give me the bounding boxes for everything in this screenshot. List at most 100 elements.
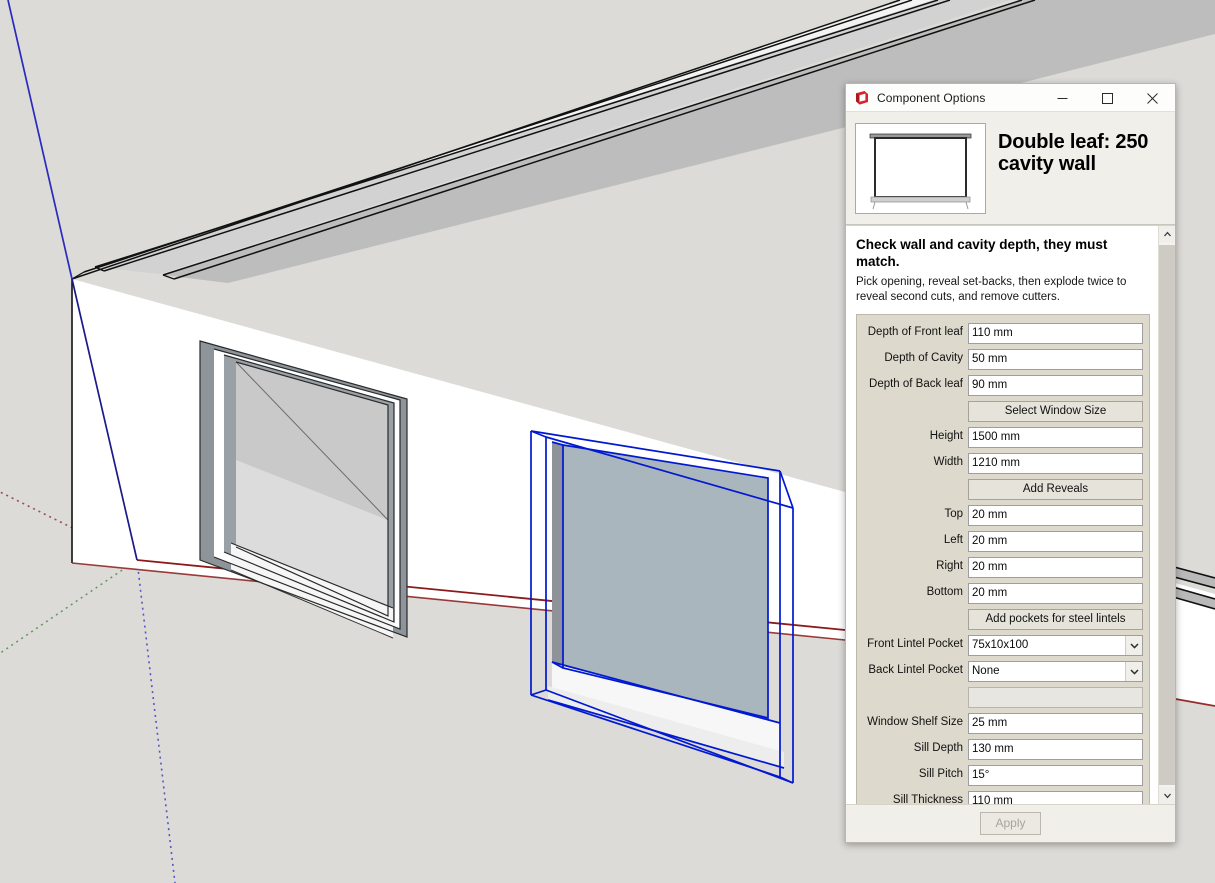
chevron-down-icon[interactable]: [1125, 635, 1142, 655]
field-row-reveal-bottom: Bottom 20 mm: [863, 582, 1143, 604]
field-row-select-window-size-button: Select Window Size: [863, 400, 1143, 422]
options-fields-panel: Depth of Front leaf 110 mm Depth of Cavity…: [856, 314, 1150, 804]
axis-z-negative: [136, 559, 176, 883]
width-input[interactable]: 1210 mm: [968, 452, 1143, 474]
vertical-scrollbar[interactable]: [1158, 226, 1175, 804]
instructions-title: Check wall and cavity depth, they must m…: [856, 237, 1108, 270]
scrollbar-track[interactable]: [1159, 243, 1175, 787]
reveal-bottom-label: Bottom: [926, 586, 963, 599]
reveal-top-control-wrap: 20 mm: [968, 504, 1143, 526]
sill-depth-control-wrap: 130 mm: [968, 738, 1143, 760]
width-label: Width: [933, 456, 963, 469]
field-row-depth-of-back-leaf: Depth of Back leaf 90 mm: [863, 374, 1143, 396]
reveal-right-input[interactable]: 20 mm: [968, 556, 1143, 578]
reveal-bottom-input[interactable]: 20 mm: [968, 582, 1143, 604]
axis-z-positive-upper: [7, 0, 73, 280]
height-control-wrap: 1500 mm: [968, 426, 1143, 448]
options-scroll-area[interactable]: Check wall and cavity depth, they must m…: [846, 225, 1175, 804]
depth-of-front-leaf-input[interactable]: 110 mm: [968, 322, 1143, 344]
maximize-button[interactable]: [1085, 84, 1130, 112]
dialog-title-text: Component Options: [877, 90, 986, 105]
window-controls[interactable]: [1040, 84, 1175, 112]
field-row-width: Width 1210 mm: [863, 452, 1143, 474]
field-row-spacer-field: [863, 686, 1143, 708]
component-name: Double leaf: 250 cavity wall: [998, 131, 1149, 176]
reveal-right-label: Right: [936, 560, 963, 573]
field-row-height: Height 1500 mm: [863, 426, 1143, 448]
sill-depth-label: Sill Depth: [913, 742, 963, 755]
window-shelf-size-label: Window Shelf Size: [867, 716, 963, 729]
back-lintel-pocket-input[interactable]: None: [968, 660, 1143, 682]
front-lintel-pocket-selected-value: 75x10x100: [972, 638, 1029, 651]
depth-of-back-leaf-label: Depth of Back leaf: [869, 378, 963, 391]
depth-of-front-leaf-label: Depth of Front leaf: [867, 326, 963, 339]
spacer-field-input: [968, 686, 1143, 708]
minimize-button[interactable]: [1040, 84, 1085, 112]
reveal-top-input[interactable]: 20 mm: [968, 504, 1143, 526]
field-row-back-lintel-pocket: Back Lintel Pocket None: [863, 660, 1143, 682]
component-options-dialog[interactable]: Component Options Double leaf: 250 cavit…: [845, 83, 1176, 843]
field-row-add-pockets-for-steel-lintels-button: Add pockets for steel lintels: [863, 608, 1143, 630]
select-window-size-button[interactable]: Select Window Size: [968, 400, 1143, 422]
depth-of-back-leaf-input[interactable]: 90 mm: [968, 374, 1143, 396]
add-reveals-button[interactable]: Add Reveals: [968, 478, 1143, 500]
front-lintel-pocket-input[interactable]: 75x10x100: [968, 634, 1143, 656]
field-row-sill-pitch: Sill Pitch 15°: [863, 764, 1143, 786]
select-window-size-button-control-wrap: Select Window Size: [968, 400, 1143, 422]
front-lintel-pocket-control-wrap: 75x10x100: [968, 634, 1143, 656]
field-row-depth-of-front-leaf: Depth of Front leaf 110 mm: [863, 322, 1143, 344]
sill-pitch-control-wrap: 15°: [968, 764, 1143, 786]
component-thumbnail[interactable]: [855, 123, 986, 214]
field-row-sill-thickness: Sill Thickness 110 mm: [863, 790, 1143, 804]
sill-depth-input[interactable]: 130 mm: [968, 738, 1143, 760]
field-row-depth-of-cavity: Depth of Cavity 50 mm: [863, 348, 1143, 370]
component-header: Double leaf: 250 cavity wall: [846, 112, 1175, 225]
field-row-sill-depth: Sill Depth 130 mm: [863, 738, 1143, 760]
dialog-titlebar[interactable]: Component Options: [846, 84, 1175, 112]
field-row-add-reveals-button: Add Reveals: [863, 478, 1143, 500]
apply-button[interactable]: Apply: [980, 812, 1041, 835]
window-shelf-size-control-wrap: 25 mm: [968, 712, 1143, 734]
reveal-left-control-wrap: 20 mm: [968, 530, 1143, 552]
field-row-window-shelf-size: Window Shelf Size 25 mm: [863, 712, 1143, 734]
sill-thickness-control-wrap: 110 mm: [968, 790, 1143, 804]
sill-pitch-label: Sill Pitch: [918, 768, 963, 781]
field-row-reveal-top: Top 20 mm: [863, 504, 1143, 526]
close-button[interactable]: [1130, 84, 1175, 112]
reveal-left-input[interactable]: 20 mm: [968, 530, 1143, 552]
depth-of-front-leaf-control-wrap: 110 mm: [968, 322, 1143, 344]
sill-pitch-input[interactable]: 15°: [968, 764, 1143, 786]
height-input[interactable]: 1500 mm: [968, 426, 1143, 448]
back-lintel-pocket-selected-value: None: [972, 664, 1000, 677]
selected-window-component[interactable]: [530, 430, 794, 784]
sketchup-logo-icon: [854, 90, 870, 106]
axis-y-negative: [0, 559, 138, 655]
add-pockets-for-steel-lintels-button-control-wrap: Add pockets for steel lintels: [968, 608, 1143, 630]
depth-of-back-leaf-control-wrap: 90 mm: [968, 374, 1143, 396]
sill-thickness-input[interactable]: 110 mm: [968, 790, 1143, 804]
scroll-up-button[interactable]: [1159, 226, 1175, 243]
field-row-reveal-right: Right 20 mm: [863, 556, 1143, 578]
back-lintel-pocket-label: Back Lintel Pocket: [868, 664, 963, 677]
back-lintel-pocket-control-wrap: None: [968, 660, 1143, 682]
front-lintel-pocket-label: Front Lintel Pocket: [867, 638, 963, 651]
field-row-reveal-left: Left 20 mm: [863, 530, 1143, 552]
width-control-wrap: 1210 mm: [968, 452, 1143, 474]
instructions-subtitle: Pick opening, reveal set-backs, then exp…: [856, 276, 1127, 304]
depth-of-cavity-input[interactable]: 50 mm: [968, 348, 1143, 370]
chevron-down-icon[interactable]: [1125, 661, 1142, 681]
reveal-left-label: Left: [943, 534, 963, 547]
reveal-right-control-wrap: 20 mm: [968, 556, 1143, 578]
options-content: Check wall and cavity depth, they must m…: [846, 226, 1158, 804]
window-shelf-size-input[interactable]: 25 mm: [968, 712, 1143, 734]
sill-thickness-label: Sill Thickness: [892, 794, 963, 804]
add-pockets-for-steel-lintels-button[interactable]: Add pockets for steel lintels: [968, 608, 1143, 630]
scroll-down-button[interactable]: [1159, 787, 1175, 804]
reveal-top-label: Top: [944, 508, 963, 521]
reveal-bottom-control-wrap: 20 mm: [968, 582, 1143, 604]
scrollbar-thumb[interactable]: [1159, 245, 1175, 785]
add-reveals-button-control-wrap: Add Reveals: [968, 478, 1143, 500]
height-label: Height: [929, 430, 963, 443]
field-row-front-lintel-pocket: Front Lintel Pocket 75x10x100: [863, 634, 1143, 656]
depth-of-cavity-control-wrap: 50 mm: [968, 348, 1143, 370]
